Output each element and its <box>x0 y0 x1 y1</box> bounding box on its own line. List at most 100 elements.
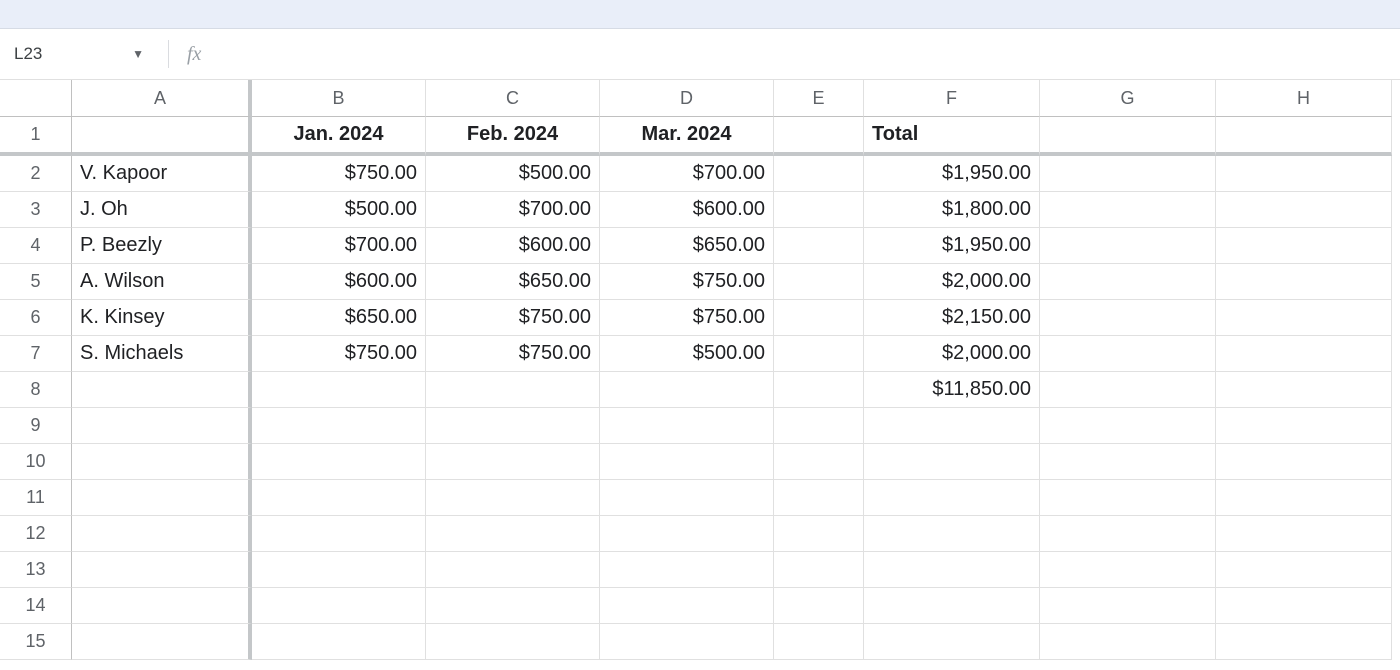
cell-B2[interactable]: $750.00 <box>252 156 426 192</box>
cell-E3[interactable] <box>774 192 864 228</box>
cell-B8[interactable] <box>252 372 426 408</box>
cell-H1[interactable] <box>1216 117 1392 156</box>
chevron-down-icon[interactable]: ▼ <box>132 47 144 61</box>
cell-D10[interactable] <box>600 444 774 480</box>
cell-D1[interactable]: Mar. 2024 <box>600 117 774 156</box>
cell-A4[interactable]: P. Beezly <box>72 228 252 264</box>
row-header-11[interactable]: 11 <box>0 480 72 516</box>
cell-H14[interactable] <box>1216 588 1392 624</box>
column-header-G[interactable]: G <box>1040 80 1216 117</box>
cell-H12[interactable] <box>1216 516 1392 552</box>
row-header-3[interactable]: 3 <box>0 192 72 228</box>
cell-D7[interactable]: $500.00 <box>600 336 774 372</box>
row-header-14[interactable]: 14 <box>0 588 72 624</box>
cell-G2[interactable] <box>1040 156 1216 192</box>
cell-C3[interactable]: $700.00 <box>426 192 600 228</box>
column-header-C[interactable]: C <box>426 80 600 117</box>
cell-E5[interactable] <box>774 264 864 300</box>
cell-E4[interactable] <box>774 228 864 264</box>
cell-E11[interactable] <box>774 480 864 516</box>
cell-C1[interactable]: Feb. 2024 <box>426 117 600 156</box>
cell-H5[interactable] <box>1216 264 1392 300</box>
column-header-E[interactable]: E <box>774 80 864 117</box>
cell-G14[interactable] <box>1040 588 1216 624</box>
cell-F3[interactable]: $1,800.00 <box>864 192 1040 228</box>
cell-F10[interactable] <box>864 444 1040 480</box>
cell-A7[interactable]: S. Michaels <box>72 336 252 372</box>
cell-B3[interactable]: $500.00 <box>252 192 426 228</box>
cell-G9[interactable] <box>1040 408 1216 444</box>
cell-H2[interactable] <box>1216 156 1392 192</box>
cell-B11[interactable] <box>252 480 426 516</box>
cell-F7[interactable]: $2,000.00 <box>864 336 1040 372</box>
cell-D13[interactable] <box>600 552 774 588</box>
cell-E6[interactable] <box>774 300 864 336</box>
cell-H11[interactable] <box>1216 480 1392 516</box>
column-header-D[interactable]: D <box>600 80 774 117</box>
cell-D4[interactable]: $650.00 <box>600 228 774 264</box>
cell-F1[interactable]: Total <box>864 117 1040 156</box>
cell-C6[interactable]: $750.00 <box>426 300 600 336</box>
cell-E2[interactable] <box>774 156 864 192</box>
cell-H6[interactable] <box>1216 300 1392 336</box>
cell-D5[interactable]: $750.00 <box>600 264 774 300</box>
cell-H9[interactable] <box>1216 408 1392 444</box>
cell-C12[interactable] <box>426 516 600 552</box>
cell-E10[interactable] <box>774 444 864 480</box>
cell-B1[interactable]: Jan. 2024 <box>252 117 426 156</box>
cell-G6[interactable] <box>1040 300 1216 336</box>
cell-A11[interactable] <box>72 480 252 516</box>
cell-H15[interactable] <box>1216 624 1392 660</box>
cell-G12[interactable] <box>1040 516 1216 552</box>
cell-G1[interactable] <box>1040 117 1216 156</box>
cell-E13[interactable] <box>774 552 864 588</box>
cell-F15[interactable] <box>864 624 1040 660</box>
cell-B10[interactable] <box>252 444 426 480</box>
cell-B14[interactable] <box>252 588 426 624</box>
cell-E9[interactable] <box>774 408 864 444</box>
row-header-2[interactable]: 2 <box>0 156 72 192</box>
cell-B9[interactable] <box>252 408 426 444</box>
row-header-8[interactable]: 8 <box>0 372 72 408</box>
cell-G13[interactable] <box>1040 552 1216 588</box>
select-all-corner[interactable] <box>0 80 72 117</box>
cell-C14[interactable] <box>426 588 600 624</box>
cell-A8[interactable] <box>72 372 252 408</box>
cell-H4[interactable] <box>1216 228 1392 264</box>
cell-G7[interactable] <box>1040 336 1216 372</box>
cell-F8[interactable]: $11,850.00 <box>864 372 1040 408</box>
cell-B15[interactable] <box>252 624 426 660</box>
cell-F6[interactable]: $2,150.00 <box>864 300 1040 336</box>
cell-H10[interactable] <box>1216 444 1392 480</box>
cell-C10[interactable] <box>426 444 600 480</box>
cell-D14[interactable] <box>600 588 774 624</box>
cell-B4[interactable]: $700.00 <box>252 228 426 264</box>
formula-input[interactable] <box>201 38 1400 70</box>
cell-E8[interactable] <box>774 372 864 408</box>
cell-F5[interactable]: $2,000.00 <box>864 264 1040 300</box>
row-header-7[interactable]: 7 <box>0 336 72 372</box>
row-header-1[interactable]: 1 <box>0 117 72 156</box>
row-header-13[interactable]: 13 <box>0 552 72 588</box>
cell-A13[interactable] <box>72 552 252 588</box>
cell-F13[interactable] <box>864 552 1040 588</box>
cell-G3[interactable] <box>1040 192 1216 228</box>
cell-E1[interactable] <box>774 117 864 156</box>
cell-C15[interactable] <box>426 624 600 660</box>
column-header-H[interactable]: H <box>1216 80 1392 117</box>
cell-C7[interactable]: $750.00 <box>426 336 600 372</box>
row-header-6[interactable]: 6 <box>0 300 72 336</box>
cell-E15[interactable] <box>774 624 864 660</box>
cell-A15[interactable] <box>72 624 252 660</box>
cell-F14[interactable] <box>864 588 1040 624</box>
cell-D2[interactable]: $700.00 <box>600 156 774 192</box>
cell-E7[interactable] <box>774 336 864 372</box>
cell-G10[interactable] <box>1040 444 1216 480</box>
cell-A2[interactable]: V. Kapoor <box>72 156 252 192</box>
cell-A6[interactable]: K. Kinsey <box>72 300 252 336</box>
cell-A14[interactable] <box>72 588 252 624</box>
cell-A9[interactable] <box>72 408 252 444</box>
cell-G15[interactable] <box>1040 624 1216 660</box>
cell-B7[interactable]: $750.00 <box>252 336 426 372</box>
row-header-12[interactable]: 12 <box>0 516 72 552</box>
